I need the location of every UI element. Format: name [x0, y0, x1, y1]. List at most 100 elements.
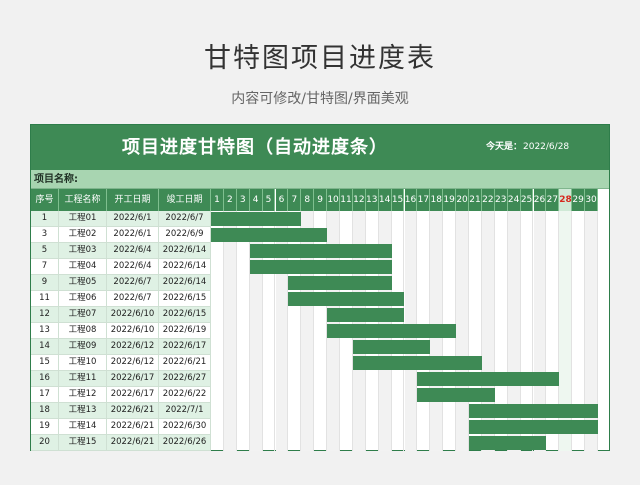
day-header-12: 12	[352, 189, 366, 211]
cell-seq[interactable]: 14	[31, 339, 59, 355]
cell-name[interactable]: 工程03	[59, 243, 107, 259]
cell-seq[interactable]: 7	[31, 259, 59, 275]
cell-end[interactable]: 2022/6/15	[159, 307, 211, 323]
cell-end[interactable]: 2022/6/9	[159, 227, 211, 243]
gantt-bar	[211, 228, 328, 242]
cell-start[interactable]: 2022/6/10	[107, 307, 159, 323]
cell-seq[interactable]: 20	[31, 435, 59, 451]
cell-end[interactable]: 2022/6/26	[159, 435, 211, 451]
cell-end[interactable]: 2022/6/30	[159, 419, 211, 435]
cell-name[interactable]: 工程09	[59, 339, 107, 355]
cell-start[interactable]: 2022/6/4	[107, 259, 159, 275]
header-name: 工程名称	[59, 189, 107, 211]
day-header-4: 4	[249, 189, 263, 211]
cell-start[interactable]: 2022/6/21	[107, 435, 159, 451]
cell-name[interactable]: 工程01	[59, 211, 107, 227]
cell-end[interactable]: 2022/6/15	[159, 291, 211, 307]
cell-seq[interactable]: 13	[31, 323, 59, 339]
day-column	[237, 211, 250, 451]
cell-end[interactable]: 2022/6/27	[159, 371, 211, 387]
day-header-17: 17	[417, 189, 431, 211]
cell-name[interactable]: 工程12	[59, 387, 107, 403]
gantt-bar	[352, 356, 482, 370]
gantt-bar	[288, 292, 405, 306]
cell-name[interactable]: 工程08	[59, 323, 107, 339]
cell-end[interactable]: 2022/6/22	[159, 387, 211, 403]
cell-start[interactable]: 2022/6/17	[107, 387, 159, 403]
gantt-bar	[288, 276, 392, 290]
cell-end[interactable]: 2022/6/7	[159, 211, 211, 227]
cell-seq[interactable]: 16	[31, 371, 59, 387]
cell-start[interactable]: 2022/6/12	[107, 339, 159, 355]
cell-start[interactable]: 2022/6/21	[107, 419, 159, 435]
day-column	[456, 211, 469, 451]
day-header-10: 10	[327, 189, 340, 211]
cell-name[interactable]: 工程15	[59, 435, 107, 451]
cell-name[interactable]: 工程11	[59, 371, 107, 387]
cell-start[interactable]: 2022/6/4	[107, 243, 159, 259]
day-header-5: 5	[262, 189, 276, 211]
cell-seq[interactable]: 5	[31, 243, 59, 259]
day-header-26: 26	[533, 189, 547, 211]
cell-name[interactable]: 工程13	[59, 403, 107, 419]
header-end: 竣工日期	[159, 189, 211, 211]
day-header-1: 1	[211, 189, 224, 211]
header-seq: 序号	[31, 189, 59, 211]
gantt-bar	[469, 420, 598, 434]
day-header-30: 30	[585, 189, 598, 211]
day-header-13: 13	[365, 189, 379, 211]
gantt-bar	[211, 212, 302, 226]
day-header-28: 28	[559, 189, 573, 211]
cell-seq[interactable]: 15	[31, 355, 59, 371]
cell-end[interactable]: 2022/6/14	[159, 275, 211, 291]
cell-seq[interactable]: 1	[31, 211, 59, 227]
page-subtitle: 内容可修改/甘特图/界面美观	[231, 91, 409, 107]
cell-start[interactable]: 2022/6/12	[107, 355, 159, 371]
cell-end[interactable]: 2022/6/14	[159, 259, 211, 275]
cell-seq[interactable]: 19	[31, 419, 59, 435]
cell-start[interactable]: 2022/6/1	[107, 227, 159, 243]
cell-end[interactable]: 2022/6/14	[159, 243, 211, 259]
gantt-title: 项目进度甘特图（自动进度条）	[122, 137, 388, 158]
cell-seq[interactable]: 3	[31, 227, 59, 243]
cell-name[interactable]: 工程06	[59, 291, 107, 307]
day-header-2: 2	[223, 189, 237, 211]
day-header-16: 16	[404, 189, 418, 211]
project-name-label: 项目名称:	[34, 174, 78, 185]
cell-name[interactable]: 工程07	[59, 307, 107, 323]
day-header-3: 3	[236, 189, 250, 211]
cell-start[interactable]: 2022/6/21	[107, 403, 159, 419]
gantt-bar	[417, 388, 495, 402]
day-header-29: 29	[572, 189, 586, 211]
cell-name[interactable]: 工程10	[59, 355, 107, 371]
gantt-bar	[352, 340, 431, 354]
cell-name[interactable]: 工程05	[59, 275, 107, 291]
cell-name[interactable]: 工程04	[59, 259, 107, 275]
cell-start[interactable]: 2022/6/17	[107, 371, 159, 387]
project-name-row: 项目名称:	[31, 170, 609, 189]
day-header-18: 18	[430, 189, 444, 211]
today-value[interactable]: 2022/6/28	[523, 125, 569, 170]
cell-start[interactable]: 2022/6/10	[107, 323, 159, 339]
cell-seq[interactable]: 11	[31, 291, 59, 307]
cell-end[interactable]: 2022/6/21	[159, 355, 211, 371]
cell-name[interactable]: 工程14	[59, 419, 107, 435]
cell-name[interactable]: 工程02	[59, 227, 107, 243]
gantt-bar	[327, 324, 457, 338]
cell-start[interactable]: 2022/6/1	[107, 211, 159, 227]
cell-start[interactable]: 2022/6/7	[107, 275, 159, 291]
cell-start[interactable]: 2022/6/7	[107, 291, 159, 307]
cell-seq[interactable]: 18	[31, 403, 59, 419]
day-column	[223, 211, 237, 451]
day-header-21: 21	[469, 189, 482, 211]
day-header-11: 11	[340, 189, 353, 211]
cell-end[interactable]: 2022/6/17	[159, 339, 211, 355]
cell-seq[interactable]: 12	[31, 307, 59, 323]
day-header-22: 22	[481, 189, 495, 211]
day-header-15: 15	[391, 189, 405, 211]
cell-seq[interactable]: 17	[31, 387, 59, 403]
cell-end[interactable]: 2022/7/1	[159, 403, 211, 419]
cell-end[interactable]: 2022/6/19	[159, 323, 211, 339]
cell-seq[interactable]: 9	[31, 275, 59, 291]
gantt-sheet: 项目进度甘特图（自动进度条） 今天是： 2022/6/28 项目名称: 序号 工…	[30, 124, 610, 451]
